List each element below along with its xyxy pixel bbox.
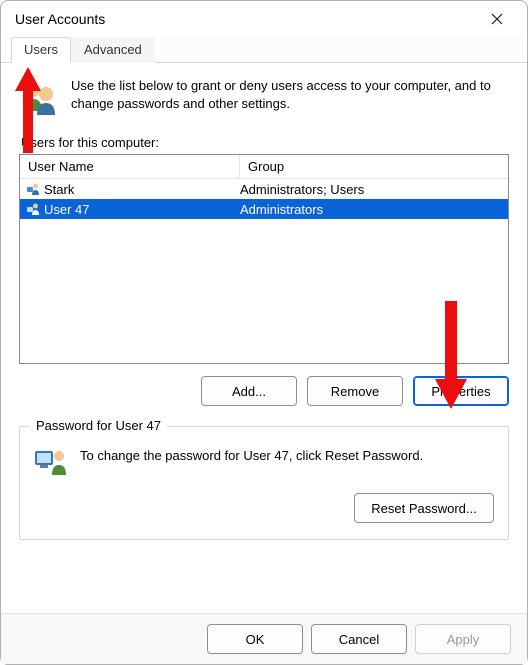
title-bar: User Accounts bbox=[1, 1, 527, 37]
user-row-icon bbox=[26, 202, 40, 216]
window-title: User Accounts bbox=[15, 11, 105, 27]
user-row-icon bbox=[26, 182, 40, 196]
cell-group: Administrators; Users bbox=[240, 182, 502, 197]
column-username[interactable]: User Name bbox=[20, 155, 240, 178]
table-row[interactable]: Stark Administrators; Users bbox=[20, 179, 508, 199]
apply-button: Apply bbox=[415, 624, 511, 654]
add-button[interactable]: Add... bbox=[201, 376, 297, 406]
tab-strip: Users Advanced bbox=[1, 37, 527, 63]
cell-group: Administrators bbox=[240, 202, 502, 217]
users-for-computer-label: Users for this computer: bbox=[21, 135, 509, 150]
monitor-user-icon bbox=[34, 447, 68, 477]
users-large-icon bbox=[19, 77, 59, 117]
content-area: Use the list below to grant or deny user… bbox=[1, 63, 527, 550]
intro-row: Use the list below to grant or deny user… bbox=[19, 77, 509, 117]
reset-password-button[interactable]: Reset Password... bbox=[354, 493, 494, 523]
password-groupbox: Password for User 47 To change the passw… bbox=[19, 426, 509, 540]
properties-button[interactable]: Properties bbox=[413, 376, 509, 406]
column-group[interactable]: Group bbox=[240, 155, 508, 178]
tab-users[interactable]: Users bbox=[11, 37, 71, 63]
table-header: User Name Group bbox=[20, 155, 508, 179]
user-buttons-row: Add... Remove Properties bbox=[19, 376, 509, 406]
users-table[interactable]: User Name Group Stark Administrators; Us… bbox=[19, 154, 509, 364]
cancel-button[interactable]: Cancel bbox=[311, 624, 407, 654]
cell-username: User 47 bbox=[44, 202, 90, 217]
dialog-bottom-bar: OK Cancel Apply bbox=[1, 613, 527, 664]
intro-text: Use the list below to grant or deny user… bbox=[71, 77, 509, 117]
password-legend: Password for User 47 bbox=[30, 418, 167, 433]
cell-username: Stark bbox=[44, 182, 74, 197]
table-row[interactable]: User 47 Administrators bbox=[20, 199, 508, 219]
remove-button[interactable]: Remove bbox=[307, 376, 403, 406]
tab-advanced[interactable]: Advanced bbox=[71, 37, 155, 63]
ok-button[interactable]: OK bbox=[207, 624, 303, 654]
close-icon bbox=[491, 13, 503, 25]
password-text: To change the password for User 47, clic… bbox=[80, 447, 423, 465]
close-button[interactable] bbox=[475, 4, 519, 34]
